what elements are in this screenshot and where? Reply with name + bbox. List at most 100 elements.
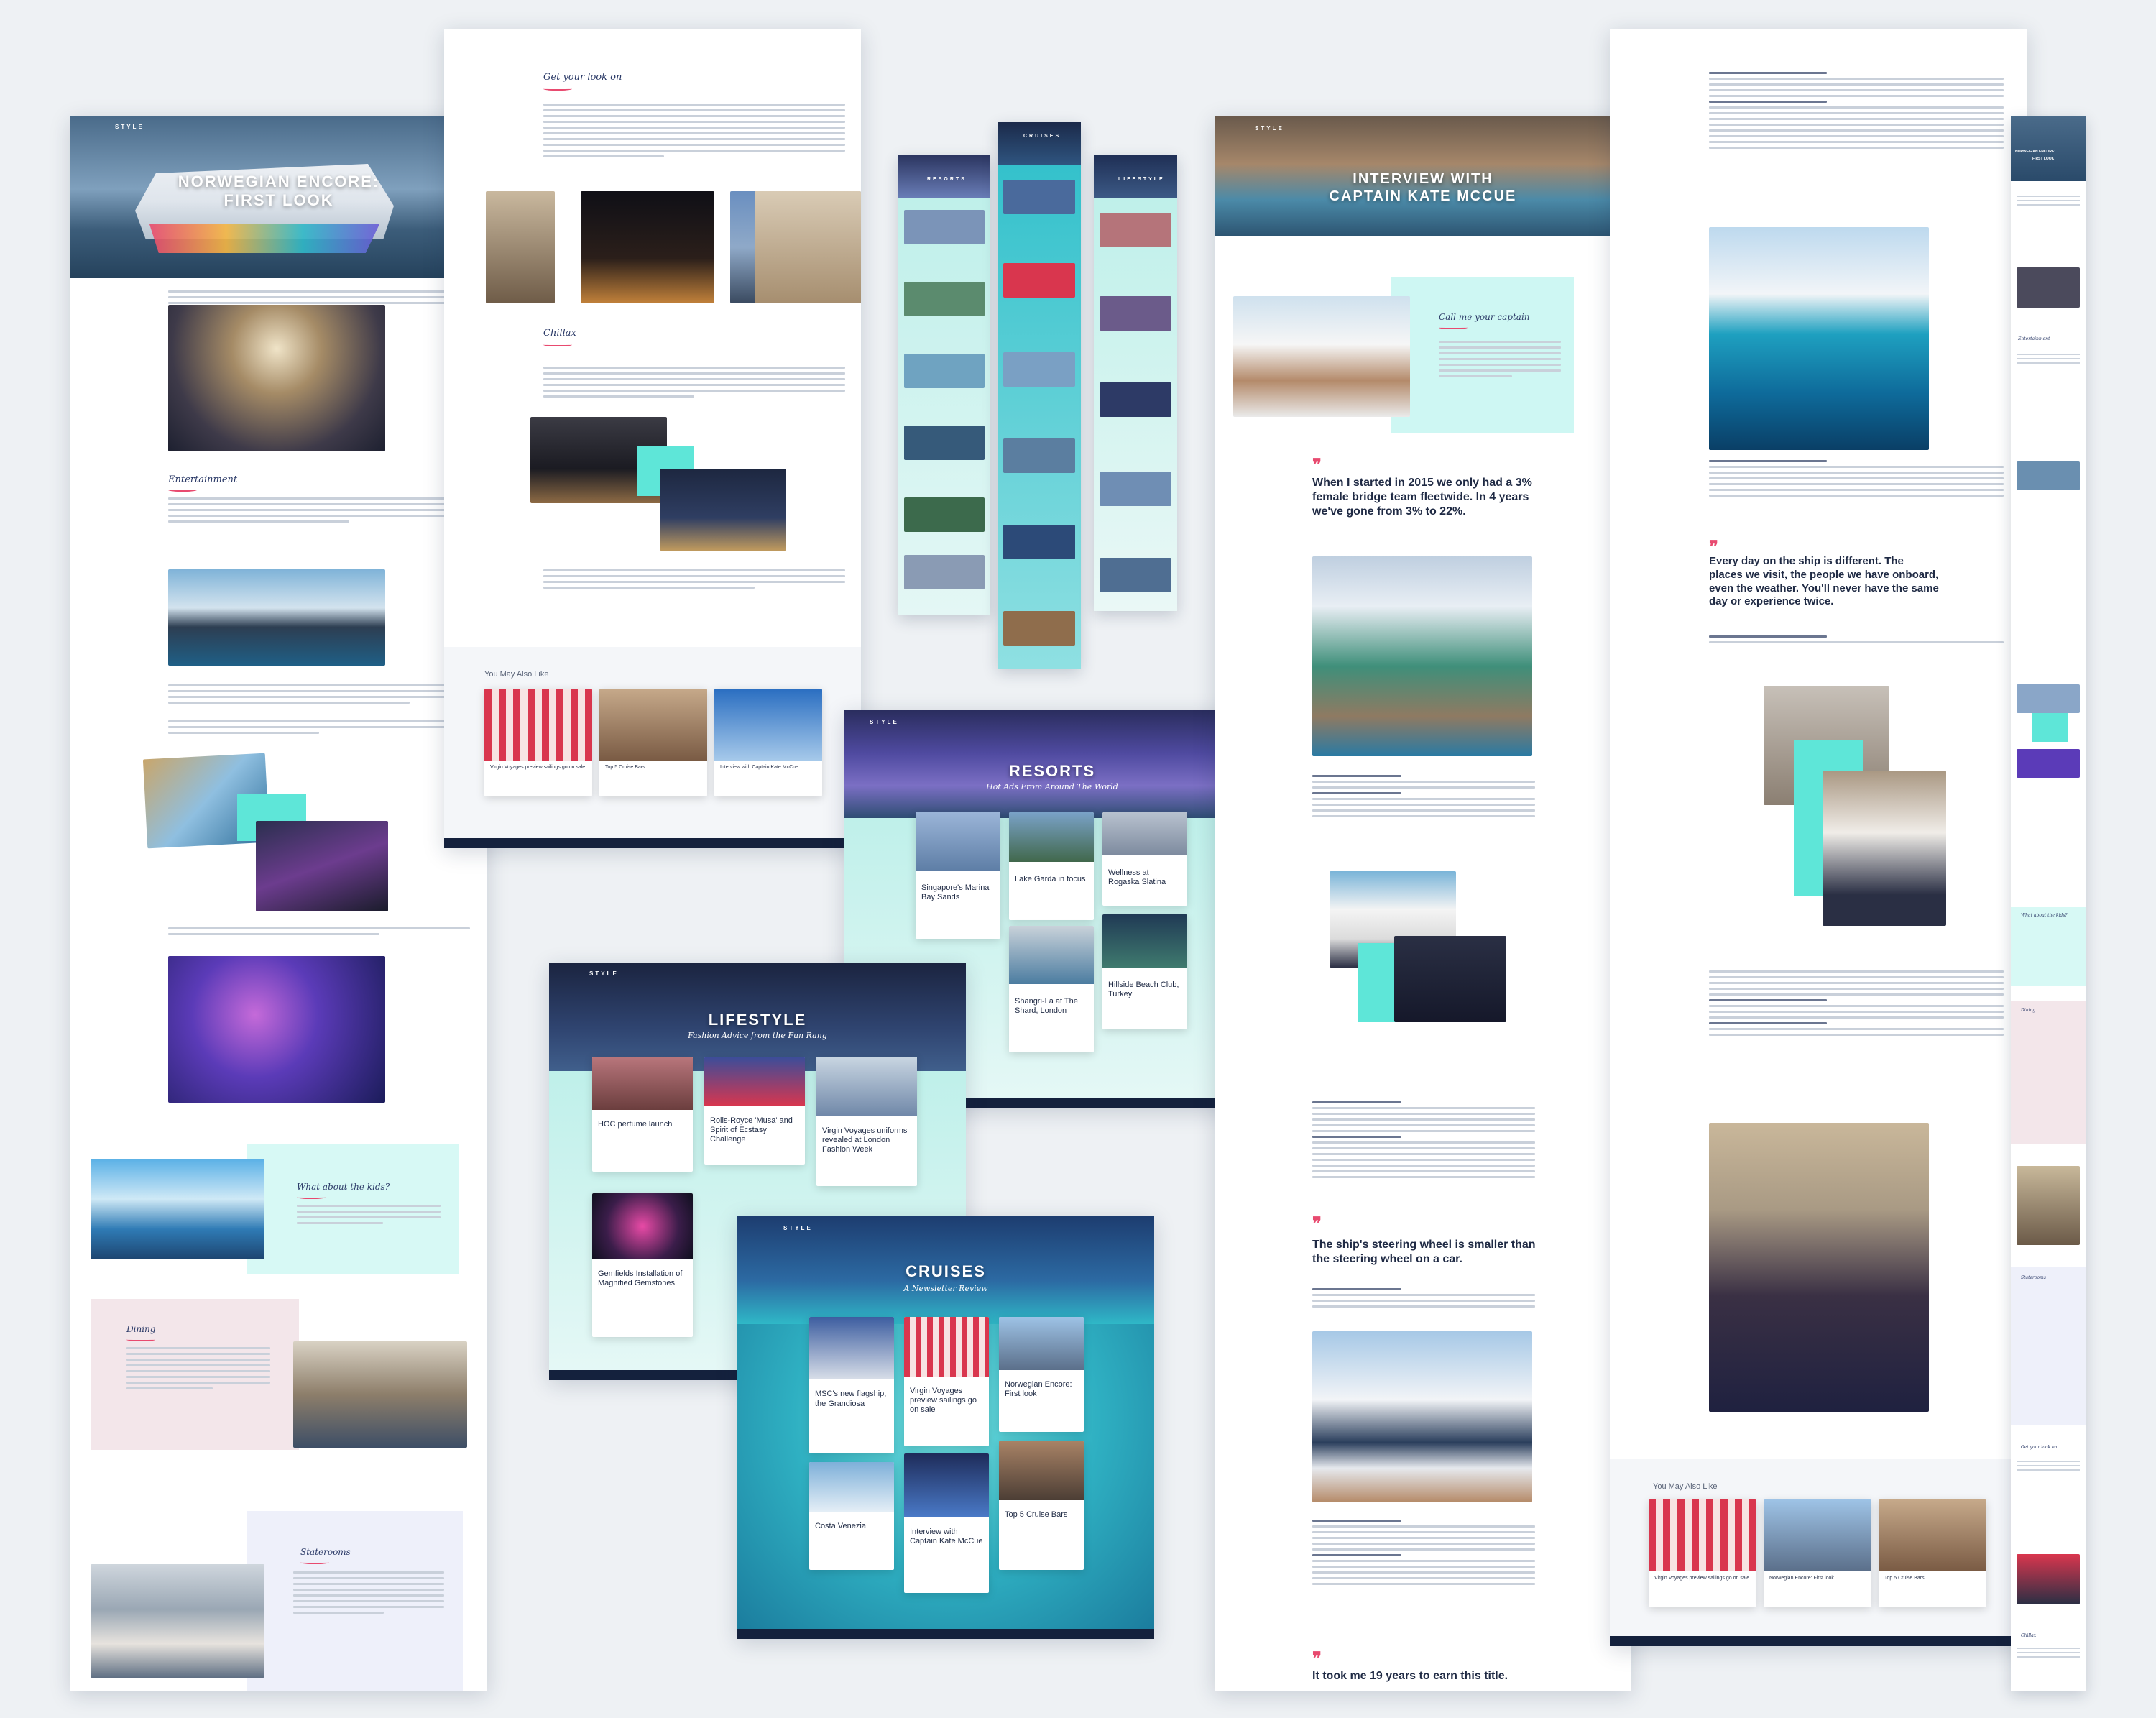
site-logo[interactable]: STYLE: [115, 124, 144, 130]
interview-logo[interactable]: STYLE: [1255, 125, 1284, 132]
cruises-logo[interactable]: STYLE: [783, 1225, 813, 1231]
resorts-mini-6[interactable]: [904, 555, 985, 589]
resorts-card-1[interactable]: Singapore's Marina Bay Sands: [916, 812, 1000, 939]
lifestyle-mobile-label: LIFESTYLE: [1118, 177, 1165, 182]
article-encore-cont-panel: Get your look on Chillax You May Also Li…: [444, 29, 861, 848]
ymal-card-1[interactable]: Virgin Voyages preview sailings go on sa…: [484, 689, 592, 796]
resorts-card-5[interactable]: Hillside Beach Club, Turkey: [1102, 914, 1187, 1029]
lifestyle-mobile-column: LIFESTYLE: [1094, 155, 1177, 611]
resorts-mini-3[interactable]: [904, 354, 985, 388]
lifestyle-mini-5[interactable]: [1100, 558, 1171, 592]
atrium-photo: [168, 305, 385, 451]
dining-photo: [293, 1341, 467, 1448]
mobile-text-2: [2017, 354, 2080, 369]
resorts-card-4[interactable]: Shangri-La at The Shard, London: [1009, 926, 1094, 1052]
underwater-ship-photo: [1709, 227, 1929, 450]
resorts-card-3-img: [1102, 812, 1187, 855]
dining-underline: [126, 1337, 155, 1341]
quote-2: The ship's steering wheel is smaller tha…: [1312, 1239, 1536, 1265]
racetrack-photo: [168, 569, 385, 666]
interview-ymal-card-3[interactable]: Top 5 Cruise Bars: [1879, 1499, 1986, 1607]
mobile-sec-6: Chillax: [2021, 1633, 2037, 1638]
lifestyle-mini-1[interactable]: [1100, 213, 1171, 247]
cruises-mini-4[interactable]: [1003, 438, 1075, 473]
intro-text: [1439, 341, 1561, 405]
captain-ship-photo: [1312, 1331, 1532, 1502]
ymal-card-2-title: Top 5 Cruise Bars: [605, 765, 645, 770]
resorts-mini-1[interactable]: [904, 210, 985, 244]
resorts-mini-5[interactable]: [904, 497, 985, 532]
resorts-mobile-bg: [898, 198, 990, 615]
lifestyle-mini-3[interactable]: [1100, 382, 1171, 417]
resorts-title: RESORTS: [1008, 762, 1096, 780]
quote-1: When I started in 2015 we only had a 3% …: [1312, 477, 1532, 518]
cruises-card-6-title: Top 5 Cruise Bars: [1005, 1510, 1068, 1519]
resorts-card-2-title: Lake Garda in focus: [1015, 875, 1086, 883]
cruises-mini-1[interactable]: [1003, 180, 1075, 214]
mobile-photo-3: [2017, 684, 2080, 713]
lifestyle-mini-4[interactable]: [1100, 472, 1171, 506]
encore-hero-title-2: FIRST LOOK: [224, 191, 334, 209]
lifestyle-card-3-title: Virgin Voyages uniforms revealed at Lond…: [822, 1126, 908, 1154]
interview-ymal-card-2-title: Norwegian Encore: First look: [1769, 1576, 1834, 1581]
cruises-card-2-title: Virgin Voyages preview sailings go on sa…: [910, 1386, 977, 1415]
broadway-show-photo: [168, 956, 385, 1103]
cruises-card-5[interactable]: Interview with Captain Kate McCue: [904, 1453, 989, 1593]
mobile-hero: [2011, 116, 2086, 181]
gallery-photo-cavern: [581, 191, 714, 303]
interview-ymal-card-3-title: Top 5 Cruise Bars: [1884, 1576, 1925, 1581]
lifestyle-card-3[interactable]: Virgin Voyages uniforms revealed at Lond…: [816, 1057, 917, 1186]
cruises-mini-6[interactable]: [1003, 611, 1075, 646]
resorts-logo[interactable]: STYLE: [870, 719, 899, 725]
interview-cont-text-2: [1709, 460, 2004, 539]
lifestyle-card-2-title: Rolls-Royce 'Musa' and Spirit of Ecstasy…: [710, 1116, 793, 1144]
resorts-card-5-img: [1102, 914, 1187, 968]
waterpark-photo: [91, 1159, 264, 1259]
cruises-card-1-title: MSC's new flagship, the Grandiosa: [815, 1389, 887, 1408]
interview-footer: [1610, 1636, 2027, 1646]
interview-ymal-card-1-title: Virgin Voyages preview sailings go on sa…: [1654, 1576, 1750, 1581]
stateroom-photo: [91, 1564, 264, 1678]
cruises-mini-3[interactable]: [1003, 352, 1075, 387]
mobile-photo-1: [2017, 267, 2080, 308]
kids-text: [297, 1205, 441, 1248]
cruises-card-6-img: [999, 1441, 1084, 1500]
lifestyle-card-2[interactable]: Rolls-Royce 'Musa' and Spirit of Ecstasy…: [704, 1057, 805, 1165]
resorts-mini-2[interactable]: [904, 282, 985, 316]
show-text: [168, 927, 470, 949]
cruises-card-4[interactable]: Costa Venezia: [809, 1462, 894, 1570]
staterooms-underline: [300, 1560, 329, 1564]
mobile-dining-block: [2011, 1001, 2086, 1144]
ymal-card-3[interactable]: Interview with Captain Kate McCue: [714, 689, 822, 796]
kids-underline: [297, 1195, 326, 1199]
lifestyle-hero: STYLE LIFESTYLE Fashion Advice from the …: [549, 963, 966, 1071]
cruises-card-1[interactable]: MSC's new flagship, the Grandiosa: [809, 1317, 894, 1453]
interview-ymal-card-2[interactable]: Norwegian Encore: First look: [1764, 1499, 1871, 1607]
interview-hero: STYLE INTERVIEW WITH CAPTAIN KATE MCCUE: [1215, 116, 1631, 236]
lifestyle-card-4[interactable]: Gemfields Installation of Magnified Gems…: [592, 1193, 693, 1337]
look-text: [543, 104, 845, 197]
cruises-mini-2[interactable]: [1003, 263, 1075, 298]
cruises-card-3[interactable]: Norwegian Encore: First look: [999, 1317, 1084, 1432]
resorts-card-2[interactable]: Lake Garda in focus: [1009, 812, 1094, 920]
captain-portrait: [1233, 296, 1410, 417]
lifestyle-logo[interactable]: STYLE: [589, 970, 619, 977]
lifestyle-mini-2[interactable]: [1100, 296, 1171, 331]
cruises-card-2[interactable]: Virgin Voyages preview sailings go on sa…: [904, 1317, 989, 1446]
mobile-photo-5: [2017, 1166, 2080, 1245]
lifestyle-card-1[interactable]: HOC perfume launch: [592, 1057, 693, 1172]
mobile-article-panel: NORWEGIAN ENCORE: FIRST LOOK Entertainme…: [2011, 116, 2086, 1691]
cruises-mobile-label: CRUISES: [1023, 134, 1061, 139]
interview-ymal-card-1[interactable]: Virgin Voyages preview sailings go on sa…: [1649, 1499, 1756, 1607]
mobile-text-1: [2017, 196, 2080, 211]
encore-hero: STYLE NORWEGIAN ENCORE: FIRST LOOK: [70, 116, 487, 278]
cruises-mini-5[interactable]: [1003, 525, 1075, 559]
lifestyle-card-1-title: HOC perfume launch: [598, 1119, 673, 1129]
interview-title-1: INTERVIEW WITH: [1353, 171, 1493, 187]
resorts-card-3[interactable]: Wellness at Rogaska Slatina: [1102, 812, 1187, 906]
ymal-card-2[interactable]: Top 5 Cruise Bars: [599, 689, 707, 796]
dining-heading: Dining: [126, 1324, 156, 1334]
resorts-mini-4[interactable]: [904, 426, 985, 460]
cruises-card-6[interactable]: Top 5 Cruise Bars: [999, 1441, 1084, 1570]
interview-cont-panel: ❞ Every day on the ship is different. Th…: [1610, 29, 2027, 1646]
